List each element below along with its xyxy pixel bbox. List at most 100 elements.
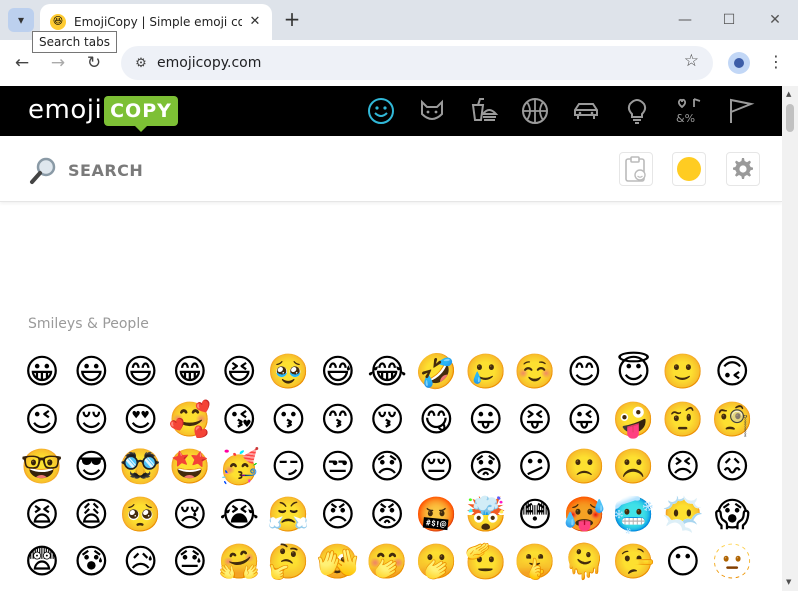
emoji-item[interactable]: 😭: [217, 493, 261, 537]
emoji-item[interactable]: 🤬: [414, 493, 458, 537]
minimize-button[interactable]: —: [670, 8, 700, 32]
category-smileys-icon[interactable]: [365, 95, 397, 127]
emoji-item[interactable]: 😃: [69, 350, 113, 394]
scroll-up-arrow-icon[interactable]: ▲: [786, 90, 791, 98]
category-objects-icon[interactable]: [621, 95, 653, 127]
category-flags-icon[interactable]: [724, 95, 756, 127]
scroll-down-arrow-icon[interactable]: ▼: [786, 578, 791, 586]
emoji-item[interactable]: 🙁: [562, 445, 606, 489]
emoji-item[interactable]: 🤣: [414, 350, 458, 394]
emoji-item[interactable]: 🫢: [414, 540, 458, 584]
skin-tone-button[interactable]: [672, 152, 706, 186]
emoji-item[interactable]: 🤯: [464, 493, 508, 537]
emoji-item[interactable]: 😌: [69, 398, 113, 442]
emoji-item[interactable]: 🥶: [612, 493, 656, 537]
emoji-item[interactable]: 🥸: [119, 445, 163, 489]
emoji-item[interactable]: 😏: [267, 445, 311, 489]
scrollbar-thumb[interactable]: [786, 104, 794, 132]
emoji-item[interactable]: 🫡: [464, 540, 508, 584]
emoji-item[interactable]: 🥳: [217, 445, 261, 489]
clipboard-button[interactable]: [619, 152, 653, 186]
category-symbols-icon[interactable]: &%: [673, 95, 705, 127]
emoji-item[interactable]: 😥: [119, 540, 163, 584]
emoji-item[interactable]: 😶‍🌫️: [661, 493, 705, 537]
window-close-button[interactable]: ✕: [760, 8, 790, 32]
emoji-item[interactable]: 😅: [316, 350, 360, 394]
emoji-item[interactable]: 😕: [513, 445, 557, 489]
emoji-item[interactable]: 😂: [365, 350, 409, 394]
emoji-item[interactable]: 😎: [69, 445, 113, 489]
emoji-item[interactable]: 🥺: [119, 493, 163, 537]
emoji-item[interactable]: 😩: [69, 493, 113, 537]
emoji-item[interactable]: 🥵: [562, 493, 606, 537]
maximize-button[interactable]: ☐: [714, 8, 744, 32]
emoji-item[interactable]: 😘: [217, 398, 261, 442]
emoji-item[interactable]: 😜: [562, 398, 606, 442]
emoji-item[interactable]: 😳: [513, 493, 557, 537]
emoji-item[interactable]: 🫠: [562, 540, 606, 584]
category-food-icon[interactable]: [468, 95, 500, 127]
forward-button[interactable]: →: [45, 50, 71, 76]
emoji-item[interactable]: 😣: [661, 445, 705, 489]
emoji-item[interactable]: 🤗: [217, 540, 261, 584]
emoji-item[interactable]: 🤔: [267, 540, 311, 584]
emoji-item[interactable]: 🤓: [20, 445, 64, 489]
emoji-item[interactable]: 😠: [316, 493, 360, 537]
category-travel-icon[interactable]: [570, 95, 602, 127]
emoji-item[interactable]: 🧐: [710, 398, 754, 442]
emoji-item[interactable]: 🤨: [661, 398, 705, 442]
profile-button[interactable]: [728, 52, 750, 74]
category-activity-icon[interactable]: [519, 95, 551, 127]
emoji-item[interactable]: 🤩: [168, 445, 212, 489]
category-animals-icon[interactable]: [416, 95, 448, 127]
emoji-item[interactable]: 🤫: [513, 540, 557, 584]
bookmark-star-icon[interactable]: ☆: [684, 51, 699, 71]
browser-menu-button[interactable]: ⋮: [766, 52, 786, 74]
reload-button[interactable]: ↻: [81, 50, 107, 76]
emoji-item[interactable]: 😙: [316, 398, 360, 442]
emoji-item[interactable]: 😊: [562, 350, 606, 394]
emoji-item[interactable]: 🙃: [710, 350, 754, 394]
emoji-item[interactable]: 😒: [316, 445, 360, 489]
emoji-item[interactable]: 😫: [20, 493, 64, 537]
search-label[interactable]: SEARCH: [68, 161, 143, 180]
emoji-item[interactable]: 😁: [168, 350, 212, 394]
emoji-item[interactable]: 😋: [414, 398, 458, 442]
emoji-item[interactable]: 😇: [612, 350, 656, 394]
emoji-item[interactable]: 😔: [414, 445, 458, 489]
emoji-item[interactable]: 😆: [217, 350, 261, 394]
emoji-item[interactable]: 😝: [513, 398, 557, 442]
emoji-item[interactable]: 😗: [267, 398, 311, 442]
emoji-item[interactable]: 🤪: [612, 398, 656, 442]
emoji-item[interactable]: 😢: [168, 493, 212, 537]
emoji-item[interactable]: 😉: [20, 398, 64, 442]
emoji-item[interactable]: 😍: [119, 398, 163, 442]
address-bar[interactable]: ⚙ emojicopy.com ☆: [121, 46, 713, 80]
emoji-item[interactable]: 😟: [464, 445, 508, 489]
settings-button[interactable]: [726, 152, 760, 186]
site-settings-icon[interactable]: ⚙: [131, 56, 151, 71]
emoji-item[interactable]: 🫥: [710, 540, 754, 584]
back-button[interactable]: ←: [9, 50, 35, 76]
emoji-item[interactable]: 🤭: [365, 540, 409, 584]
emoji-item[interactable]: ☺️: [513, 350, 557, 394]
emoji-item[interactable]: 😛: [464, 398, 508, 442]
emoji-item[interactable]: 😚: [365, 398, 409, 442]
emoji-item[interactable]: 😄: [119, 350, 163, 394]
emoji-item[interactable]: 😰: [69, 540, 113, 584]
emoji-item[interactable]: 🥲: [464, 350, 508, 394]
emoji-item[interactable]: 😶: [661, 540, 705, 584]
tab-close-button[interactable]: ✕: [246, 13, 264, 31]
emoji-item[interactable]: 🙂: [661, 350, 705, 394]
emoji-item[interactable]: 😀: [20, 350, 64, 394]
emoji-item[interactable]: 🥰: [168, 398, 212, 442]
new-tab-button[interactable]: +: [280, 8, 304, 32]
emoji-item[interactable]: 😨: [20, 540, 64, 584]
tab-search-button[interactable]: ▾: [8, 8, 34, 32]
search-icon[interactable]: [28, 156, 58, 186]
emoji-item[interactable]: 🥹: [267, 350, 311, 394]
emoji-item[interactable]: 😱: [710, 493, 754, 537]
emoji-item[interactable]: ☹️: [612, 445, 656, 489]
emoji-item[interactable]: 😓: [168, 540, 212, 584]
page-scrollbar[interactable]: ▲ ▼: [782, 86, 798, 591]
